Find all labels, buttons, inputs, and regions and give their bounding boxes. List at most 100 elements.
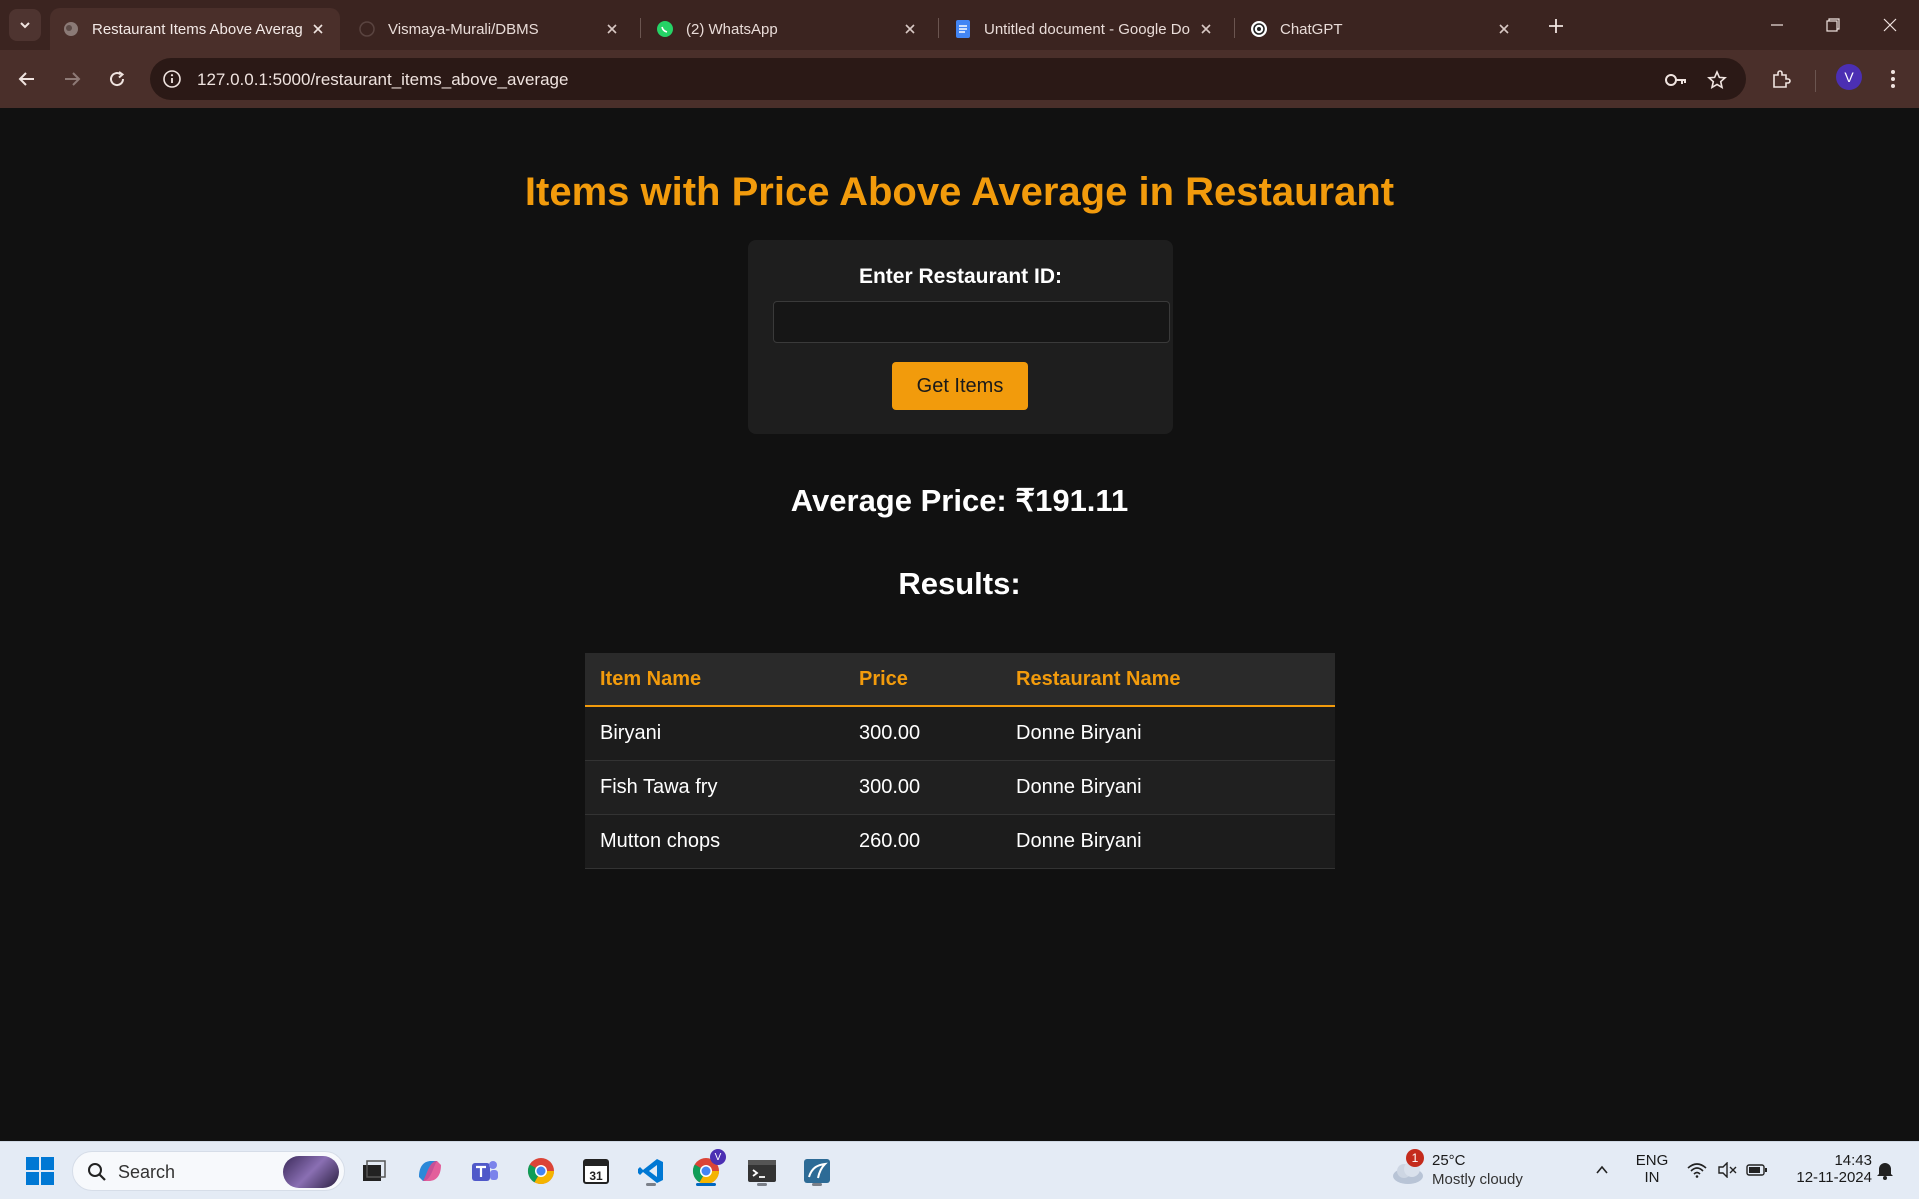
clock-time: 14:43 bbox=[1834, 1152, 1872, 1169]
taskbar-task-view[interactable] bbox=[356, 1153, 392, 1189]
task-view-icon bbox=[363, 1160, 386, 1181]
average-price: Average Price: ₹191.11 bbox=[790, 483, 1129, 518]
taskbar-teams[interactable] bbox=[467, 1153, 503, 1189]
close-icon[interactable] bbox=[602, 19, 622, 39]
cell-item-name: Biryani bbox=[585, 706, 844, 761]
taskbar-chrome[interactable] bbox=[523, 1153, 559, 1189]
taskbar-search-box[interactable]: Search bbox=[72, 1151, 345, 1191]
close-window-button[interactable] bbox=[1867, 8, 1913, 42]
show-hidden-icons[interactable] bbox=[1591, 1159, 1613, 1181]
tab-chatgpt[interactable]: ChatGPT bbox=[1238, 8, 1526, 50]
forward-button[interactable] bbox=[55, 62, 89, 96]
site-info-icon[interactable] bbox=[160, 67, 184, 91]
tab-title: Vismaya-Murali/DBMS bbox=[388, 20, 539, 38]
taskbar-mysql-workbench[interactable] bbox=[799, 1153, 835, 1189]
volume-muted-icon[interactable] bbox=[1716, 1159, 1738, 1181]
battery-icon[interactable] bbox=[1746, 1159, 1768, 1181]
plus-icon bbox=[1549, 19, 1563, 33]
weather-alert-badge: 1 bbox=[1406, 1149, 1424, 1167]
restore-icon bbox=[1826, 18, 1840, 32]
restore-button[interactable] bbox=[1810, 8, 1856, 42]
puzzle-piece-icon bbox=[1773, 70, 1791, 88]
notification-bell-icon[interactable] bbox=[1874, 1159, 1896, 1181]
tab-google-docs[interactable]: Untitled document - Google Do bbox=[942, 8, 1228, 50]
tab-title: (2) WhatsApp bbox=[686, 20, 778, 38]
github-icon bbox=[358, 20, 376, 38]
browser-tab-strip: Restaurant Items Above Averag Vismaya-Mu… bbox=[0, 0, 1919, 50]
get-items-button[interactable]: Get Items bbox=[892, 362, 1028, 410]
close-icon[interactable] bbox=[1196, 19, 1216, 39]
close-icon[interactable] bbox=[1494, 19, 1514, 39]
chevron-down-icon bbox=[20, 22, 30, 29]
cell-restaurant-name: Donne Biryani bbox=[1001, 760, 1335, 815]
language-indicator[interactable]: ENG IN bbox=[1630, 1152, 1674, 1186]
tab-github[interactable]: Vismaya-Murali/DBMS bbox=[346, 8, 634, 50]
google-docs-icon bbox=[954, 20, 972, 38]
close-icon bbox=[1883, 18, 1897, 32]
taskbar-vscode[interactable] bbox=[633, 1153, 669, 1189]
globe-icon bbox=[62, 20, 80, 38]
tab-restaurant-items[interactable]: Restaurant Items Above Averag bbox=[50, 8, 340, 50]
start-button[interactable] bbox=[22, 1153, 58, 1189]
profile-avatar[interactable]: V bbox=[1836, 64, 1862, 90]
svg-text:31: 31 bbox=[589, 1169, 603, 1183]
tab-search-button[interactable] bbox=[9, 9, 41, 41]
back-button[interactable] bbox=[10, 62, 44, 96]
cell-price: 300.00 bbox=[844, 706, 1001, 761]
toolbar-divider bbox=[1815, 70, 1816, 92]
windows-logo-icon bbox=[26, 1157, 54, 1185]
chatgpt-icon bbox=[1250, 20, 1268, 38]
tab-whatsapp[interactable]: (2) WhatsApp bbox=[644, 8, 932, 50]
bookmark-star-icon[interactable] bbox=[1705, 68, 1729, 92]
chrome-profile-badge: V bbox=[710, 1149, 726, 1165]
copilot-icon bbox=[419, 1161, 441, 1181]
password-key-icon[interactable] bbox=[1664, 68, 1688, 92]
running-indicator bbox=[646, 1183, 656, 1186]
teams-icon bbox=[472, 1161, 498, 1181]
tab-separator bbox=[640, 18, 641, 38]
close-icon[interactable] bbox=[900, 19, 920, 39]
browser-menu-button[interactable] bbox=[1876, 62, 1910, 96]
table-header-row: Item Name Price Restaurant Name bbox=[585, 653, 1335, 707]
cell-price: 300.00 bbox=[844, 760, 1001, 815]
column-header-restaurant-name: Restaurant Name bbox=[1001, 653, 1335, 707]
running-indicator bbox=[757, 1183, 767, 1186]
clock-date: 12-11-2024 bbox=[1796, 1169, 1872, 1186]
reload-button[interactable] bbox=[100, 62, 134, 96]
reload-icon bbox=[110, 71, 125, 87]
url-text: 127.0.0.1:5000/restaurant_items_above_av… bbox=[197, 70, 569, 89]
table-row: Mutton chops 260.00 Donne Biryani bbox=[585, 814, 1335, 869]
taskbar-copilot[interactable] bbox=[412, 1153, 448, 1189]
weather-condition: Mostly cloudy bbox=[1432, 1171, 1523, 1188]
terminal-icon bbox=[748, 1160, 776, 1182]
minimize-icon bbox=[1771, 24, 1783, 26]
cell-item-name: Mutton chops bbox=[585, 814, 844, 869]
restaurant-id-input[interactable] bbox=[773, 301, 1170, 343]
taskbar-chrome-profile[interactable]: V bbox=[688, 1149, 726, 1189]
cell-price: 260.00 bbox=[844, 814, 1001, 869]
taskbar-terminal[interactable] bbox=[744, 1153, 780, 1189]
wifi-icon[interactable] bbox=[1686, 1159, 1708, 1181]
kebab-menu-icon bbox=[1891, 70, 1895, 88]
cell-item-name: Fish Tawa fry bbox=[585, 760, 844, 815]
page-title: Items with Price Above Average in Restau… bbox=[524, 170, 1395, 214]
browser-toolbar: 127.0.0.1:5000/restaurant_items_above_av… bbox=[0, 50, 1919, 108]
language-code: ENG bbox=[1635, 1152, 1669, 1169]
address-bar[interactable]: 127.0.0.1:5000/restaurant_items_above_av… bbox=[150, 58, 1746, 100]
new-tab-button[interactable] bbox=[1542, 12, 1570, 40]
whatsapp-icon bbox=[656, 20, 674, 38]
tab-separator bbox=[1234, 18, 1235, 38]
cell-restaurant-name: Donne Biryani bbox=[1001, 814, 1335, 869]
column-header-price: Price bbox=[844, 653, 1001, 707]
search-highlight-image bbox=[283, 1156, 339, 1188]
extensions-button[interactable] bbox=[1764, 62, 1798, 96]
taskbar-clock[interactable]: 14:43 12-11-2024 bbox=[1782, 1152, 1872, 1186]
chevron-up-icon bbox=[1596, 1165, 1608, 1174]
close-icon[interactable] bbox=[308, 19, 328, 39]
taskbar-weather[interactable]: 1 25°C Mostly cloudy bbox=[1390, 1149, 1540, 1192]
taskbar-calendar[interactable]: 31 bbox=[578, 1153, 614, 1189]
minimize-button[interactable] bbox=[1754, 8, 1800, 42]
results-table: Item Name Price Restaurant Name Biryani … bbox=[585, 653, 1335, 869]
language-region: IN bbox=[1644, 1169, 1660, 1186]
results-heading: Results: bbox=[898, 566, 1021, 601]
